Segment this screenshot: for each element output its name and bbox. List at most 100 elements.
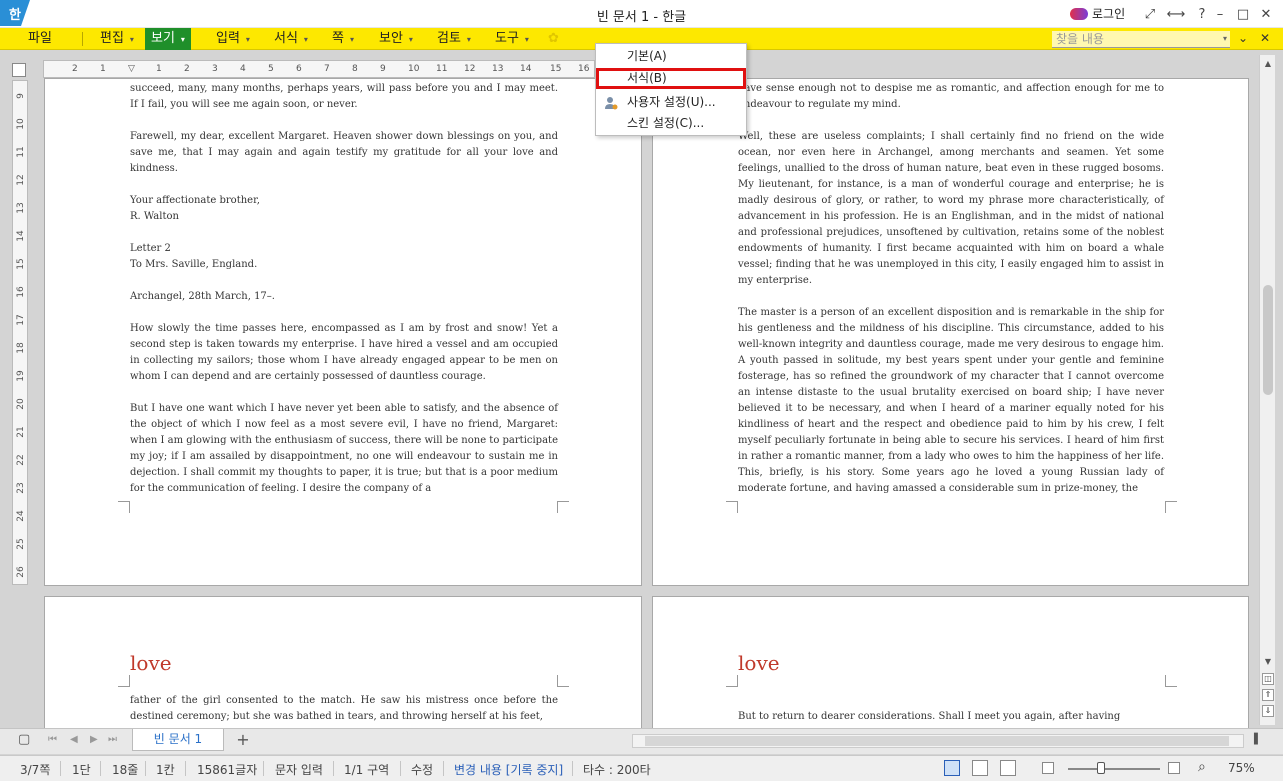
ruler-tick: 16 — [578, 64, 590, 74]
status-line: 18줄 — [112, 763, 139, 777]
divider — [443, 761, 444, 776]
vertical-ruler[interactable]: 9 10 11 12 13 14 15 16 17 18 19 20 21 22… — [12, 80, 28, 585]
status-typing-speed: 타수 : 200타 — [583, 763, 651, 777]
ruler-tick: 5 — [268, 64, 274, 74]
status-column: 1단 — [72, 763, 91, 777]
scrollbar-thumb[interactable] — [645, 736, 1229, 746]
vertical-scrollbar[interactable]: ▲ ▼ ◫ ⇑ ⇓ — [1259, 55, 1275, 725]
ruler-corner-icon[interactable] — [12, 63, 26, 77]
paragraph: have sense enough not to despise me as r… — [738, 83, 1164, 110]
zoom-slider[interactable] — [1068, 768, 1160, 770]
zoom-out-icon[interactable] — [1042, 762, 1054, 774]
crop-mark — [1165, 501, 1177, 513]
ruler-tick: 2 — [184, 64, 190, 74]
zoom-in-icon[interactable] — [1168, 762, 1180, 774]
add-tab-button[interactable]: + — [232, 731, 254, 751]
help-icon[interactable]: ? — [1192, 4, 1212, 24]
magnifier-icon[interactable]: ⌕ — [1198, 759, 1206, 775]
document-page[interactable]: succeed, many, many months, perhaps year… — [44, 78, 642, 586]
next-tab-icon[interactable]: ▶ — [90, 734, 98, 745]
find-placeholder: 찾을 내용 — [1056, 32, 1104, 46]
page-view-icon[interactable] — [944, 760, 960, 776]
split-view-icon[interactable]: ⟷ — [1166, 4, 1186, 24]
menu-tools[interactable]: 도구 ▾ — [495, 28, 529, 50]
section-heading: love — [738, 651, 780, 675]
document-page[interactable]: love But to return to dearer considerati… — [652, 596, 1249, 730]
close-button[interactable]: ✕ — [1256, 4, 1276, 24]
menu-label: 검토 — [437, 31, 461, 46]
crop-mark — [726, 675, 738, 687]
ruler-indent-marker[interactable]: ▽ — [128, 64, 135, 74]
menu-security[interactable]: 보안 ▾ — [379, 28, 413, 50]
login-button[interactable]: 로그인 — [1070, 5, 1125, 22]
split-handle-icon[interactable]: ▐ — [1250, 734, 1258, 745]
paragraph: father of the girl consented to the matc… — [130, 695, 558, 722]
menu-item-custom-settings[interactable]: 사용자 설정(U)... — [596, 92, 746, 113]
menu-item-format[interactable]: 서식(B) — [596, 68, 746, 89]
menu-view[interactable]: 보기 ▾ — [145, 28, 191, 50]
menu-review[interactable]: 검토 ▾ — [437, 28, 471, 50]
paragraph: The master is a person of an excellent d… — [738, 307, 1164, 494]
chevron-down-icon: ▾ — [303, 35, 308, 44]
chevron-down-icon: ▾ — [408, 35, 413, 44]
crop-mark — [118, 675, 130, 687]
status-page[interactable]: 3/7쪽 — [20, 761, 50, 778]
menu-insert[interactable]: 입력 ▾ — [216, 28, 250, 50]
zoom-slider-thumb[interactable] — [1097, 762, 1105, 774]
horizontal-ruler[interactable]: 2 1 ▽ 1 2 3 4 5 6 7 8 9 10 11 12 13 14 1… — [43, 60, 595, 78]
horizontal-scrollbar[interactable] — [632, 734, 1244, 748]
tab-document-1[interactable]: 빈 문서 1 — [132, 729, 224, 751]
chevron-down-icon[interactable]: ▾ — [1223, 31, 1227, 47]
menu-file[interactable]: 파일 — [28, 28, 52, 50]
document-page[interactable]: love father of the girl consented to the… — [44, 596, 642, 730]
scroll-up-icon[interactable]: ▲ — [1262, 57, 1274, 71]
divider — [333, 761, 334, 776]
page-body[interactable]: have sense enough not to despise me as r… — [738, 81, 1164, 513]
status-track-changes[interactable]: 변경 내용 [기록 중지] — [454, 761, 563, 778]
title-bar: 한 빈 문서 1 - 한글 로그인 ⤢ ⟷ ? – □ ✕ — [0, 0, 1283, 28]
page-body[interactable]: father of the girl consented to the matc… — [130, 693, 558, 729]
ruler-tick: 7 — [324, 64, 330, 74]
page-down-icon[interactable]: ⇓ — [1262, 705, 1274, 717]
fullscreen-icon[interactable]: ⤢ — [1140, 4, 1160, 24]
menu-item-skin-settings[interactable]: 스킨 설정(C)... — [596, 113, 746, 134]
menu-item-basic[interactable]: 기본(A) — [596, 46, 746, 67]
divider — [145, 761, 146, 776]
menu-divider — [82, 32, 83, 46]
menu-page[interactable]: 쪽 ▾ — [332, 28, 354, 50]
new-document-icon[interactable]: ▢ — [18, 732, 30, 747]
page-up-icon[interactable]: ⇑ — [1262, 689, 1274, 701]
ruler-tick: 24 — [16, 510, 26, 522]
status-edit-mode[interactable]: 수정 — [411, 761, 433, 778]
menu-label: 보안 — [379, 31, 403, 46]
plugin-icon[interactable]: ✿ — [548, 28, 559, 50]
first-tab-icon[interactable]: ⏮ — [48, 734, 57, 745]
document-page[interactable]: have sense enough not to despise me as r… — [652, 78, 1249, 586]
menu-edit[interactable]: 편집 ▾ — [100, 28, 134, 50]
paragraph: Farewell, my dear, excellent Margaret. H… — [130, 131, 558, 174]
maximize-button[interactable]: □ — [1233, 4, 1253, 24]
scrollbar-thumb[interactable] — [1263, 285, 1273, 395]
last-tab-icon[interactable]: ⏭ — [108, 734, 117, 745]
close-doc-icon[interactable]: ✕ — [1260, 31, 1270, 45]
page-body[interactable]: But to return to dearer considerations. … — [738, 709, 1164, 729]
status-input-mode[interactable]: 문자 입력 — [275, 761, 323, 778]
ruler-tick: 2 — [72, 64, 78, 74]
ruler-tick: 13 — [492, 64, 504, 74]
view-dropdown-menu: 기본(A) 서식(B) 사용자 설정(U)... 스킨 설정(C)... — [595, 43, 747, 136]
fit-width-icon[interactable] — [972, 760, 988, 776]
paragraph: But to return to dearer considerations. … — [738, 711, 1121, 722]
chevron-down-icon[interactable]: ⌄ — [1238, 31, 1248, 45]
fullscreen-view-icon[interactable] — [1000, 760, 1016, 776]
page-body[interactable]: succeed, many, many months, perhaps year… — [130, 81, 558, 513]
paragraph: How slowly the time passes here, encompa… — [130, 323, 558, 382]
prev-page-icon[interactable]: ◫ — [1262, 673, 1274, 685]
zoom-level[interactable]: 75% — [1228, 761, 1255, 775]
crop-mark — [118, 501, 130, 513]
menu-format[interactable]: 서식 ▾ — [274, 28, 308, 50]
prev-tab-icon[interactable]: ◀ — [70, 734, 78, 745]
paragraph: But I have one want which I have never y… — [130, 403, 558, 494]
find-input[interactable]: 찾을 내용 ▾ — [1052, 31, 1230, 48]
minimize-button[interactable]: – — [1210, 4, 1230, 24]
scroll-down-icon[interactable]: ▼ — [1262, 655, 1274, 669]
